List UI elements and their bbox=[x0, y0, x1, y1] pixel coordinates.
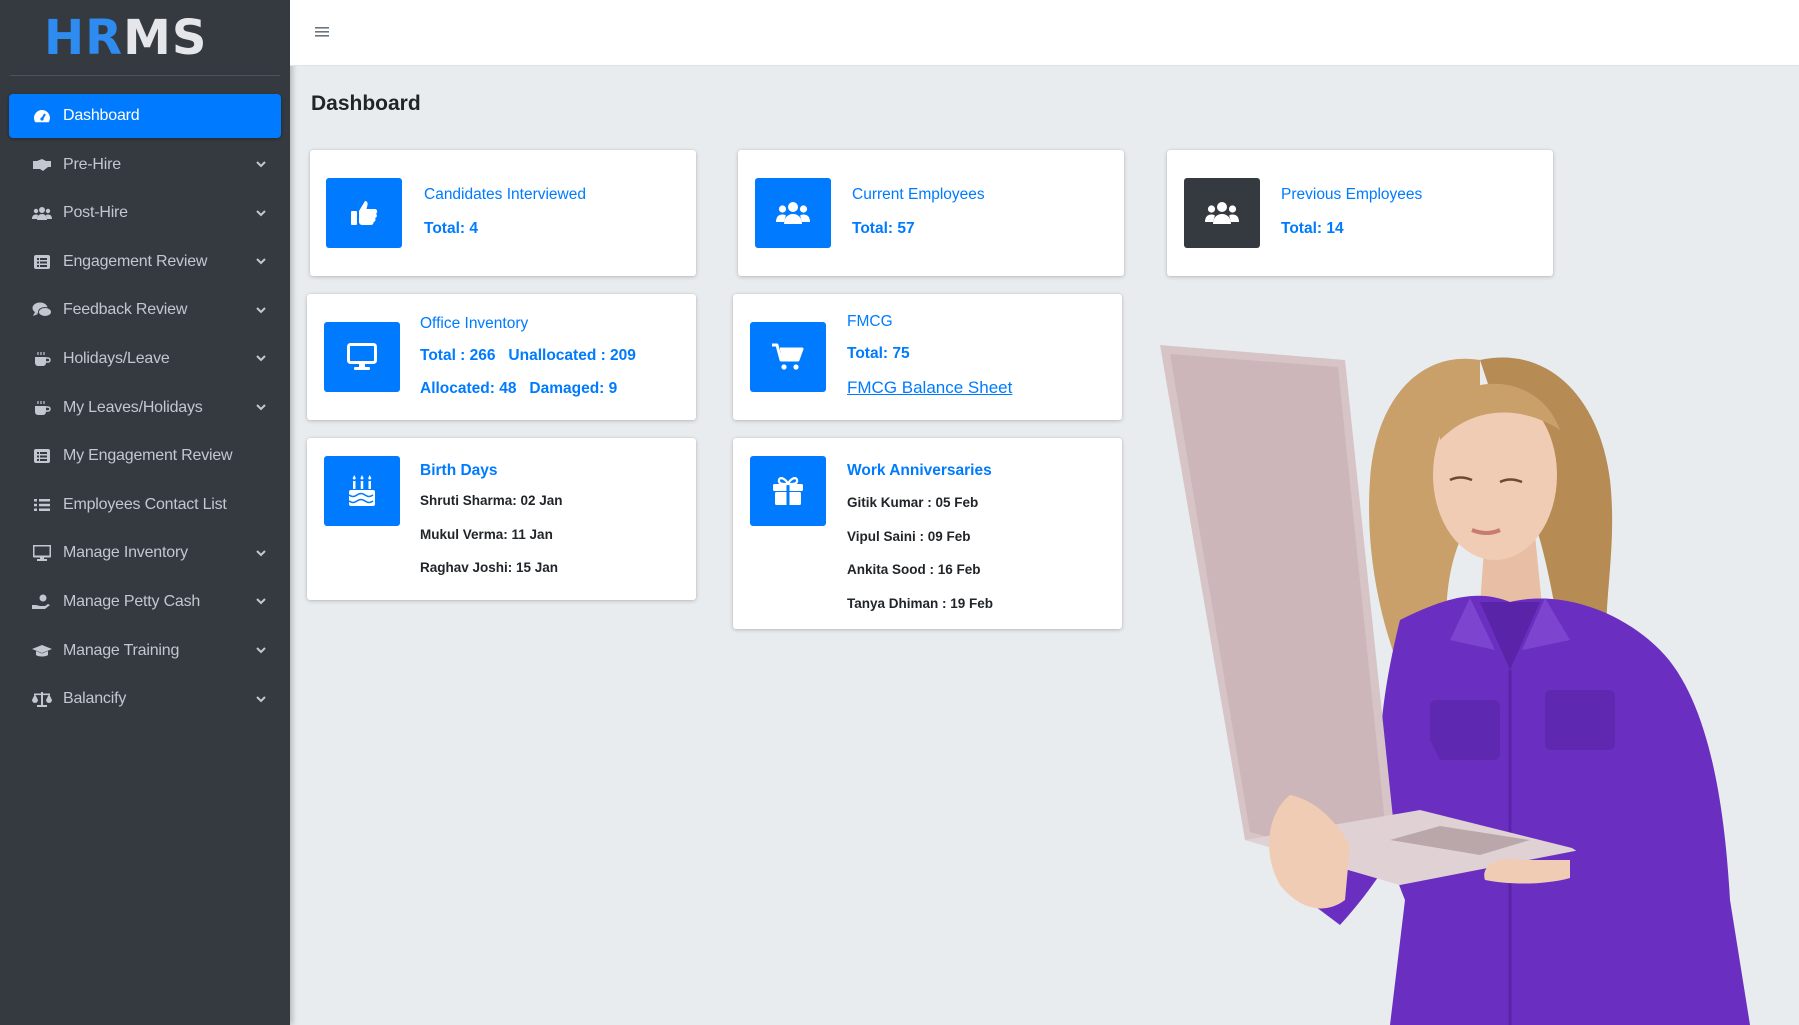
sidebar-item-label: Pre-Hire bbox=[63, 155, 121, 173]
chevron-down-icon bbox=[255, 304, 267, 316]
sidebar-item-pre-hire[interactable]: Pre-Hire bbox=[9, 143, 281, 187]
chevron-down-icon bbox=[255, 596, 267, 608]
sidebar-item-label: My Leaves/Holidays bbox=[63, 398, 203, 416]
hamburger-icon[interactable] bbox=[315, 22, 329, 43]
fmcg-card[interactable]: FMCG Total: 75 FMCG Balance Sheet bbox=[733, 294, 1122, 420]
balance-scale-icon bbox=[31, 690, 53, 708]
candidates-interviewed-card[interactable]: Candidates Interviewed Total: 4 bbox=[310, 150, 696, 276]
sidebar-item-balancify[interactable]: Balancify bbox=[9, 677, 281, 721]
birthday-cake-icon bbox=[324, 456, 400, 526]
birthday-entry: Raghav Joshi: 15 Jan bbox=[420, 560, 559, 575]
sidebar-item-label: Feedback Review bbox=[63, 301, 188, 319]
mug-icon bbox=[31, 350, 53, 368]
card-total: Total: 75 bbox=[847, 345, 910, 362]
card-title: Birth Days bbox=[420, 462, 498, 479]
previous-employees-card[interactable]: Previous Employees Total: 14 bbox=[1167, 150, 1553, 276]
anniversary-entry: Tanya Dhiman : 19 Feb bbox=[847, 596, 994, 611]
sidebar-item-post-hire[interactable]: Post-Hire bbox=[9, 191, 281, 235]
sidebar-item-label: Holidays/Leave bbox=[63, 349, 170, 367]
brand-logo-hr: HR bbox=[44, 9, 124, 66]
card-title: Office Inventory bbox=[420, 315, 529, 332]
sidebar-item-holidays-leave[interactable]: Holidays/Leave bbox=[9, 337, 281, 381]
sidebar-item-my-leaves-holidays[interactable]: My Leaves/Holidays bbox=[9, 386, 281, 430]
brand-logo-ms: MS bbox=[123, 9, 208, 66]
inventory-summary-line2: Allocated: 48 Damaged: 9 bbox=[420, 380, 618, 397]
anniversary-entry: Gitik Kumar : 05 Feb bbox=[847, 495, 979, 510]
sidebar-item-label: Employees Contact List bbox=[63, 495, 227, 513]
list-icon bbox=[31, 447, 53, 465]
sidebar-item-label: My Engagement Review bbox=[63, 447, 233, 465]
birthday-entry: Shruti Sharma: 02 Jan bbox=[420, 493, 563, 508]
sidebar-item-label: Dashboard bbox=[63, 107, 140, 124]
chevron-down-icon bbox=[255, 159, 267, 171]
desktop-icon bbox=[324, 322, 400, 392]
card-total: Total: 57 bbox=[852, 220, 915, 237]
chevron-down-icon bbox=[255, 207, 267, 219]
card-title: Work Anniversaries bbox=[847, 462, 992, 479]
sidebar-item-engagement-review[interactable]: Engagement Review bbox=[9, 240, 281, 284]
sidebar-item-label: Manage Inventory bbox=[63, 544, 188, 562]
card-title: Previous Employees bbox=[1281, 186, 1423, 203]
fmcg-balance-sheet-link[interactable]: FMCG Balance Sheet bbox=[847, 378, 1012, 398]
card-title: Candidates Interviewed bbox=[424, 186, 586, 203]
hand-coin-icon bbox=[31, 593, 53, 611]
chevron-down-icon bbox=[255, 256, 267, 268]
sidebar-item-my-engagement-review[interactable]: My Engagement Review bbox=[9, 434, 281, 478]
sidebar-item-manage-inventory[interactable]: Manage Inventory bbox=[9, 531, 281, 575]
sidebar-item-label: Manage Petty Cash bbox=[63, 592, 201, 610]
comments-icon bbox=[31, 301, 53, 319]
desktop-icon bbox=[31, 544, 53, 562]
birthdays-card: Birth Days Shruti Sharma: 02 Jan Mukul V… bbox=[307, 438, 696, 600]
list-icon bbox=[31, 253, 53, 271]
bullet-list-icon bbox=[31, 496, 53, 514]
users-icon bbox=[755, 178, 831, 248]
thumbs-up-icon bbox=[326, 178, 402, 248]
sidebar-item-manage-training[interactable]: Manage Training bbox=[9, 629, 281, 673]
brand-logo[interactable]: HR MS bbox=[10, 0, 280, 76]
sidebar-item-employees-contact-list[interactable]: Employees Contact List bbox=[9, 483, 281, 527]
current-employees-card[interactable]: Current Employees Total: 57 bbox=[738, 150, 1124, 276]
gauge-icon bbox=[31, 107, 53, 125]
sidebar-item-feedback-review[interactable]: Feedback Review bbox=[9, 288, 281, 332]
office-inventory-card[interactable]: Office Inventory Total : 266 Unallocated… bbox=[307, 294, 696, 420]
sidebar-item-label: Post-Hire bbox=[63, 204, 128, 222]
sidebar-item-label: Manage Training bbox=[63, 641, 180, 659]
chevron-down-icon bbox=[255, 693, 267, 705]
shopping-cart-icon bbox=[750, 322, 826, 392]
card-total: Total: 4 bbox=[424, 220, 478, 237]
sidebar-item-label: Balancify bbox=[63, 690, 127, 708]
card-title: FMCG bbox=[847, 313, 893, 330]
page-title: Dashboard bbox=[311, 92, 421, 115]
sidebar-nav: Dashboard Pre-Hire Post-Hire Engagement … bbox=[0, 76, 290, 744]
chevron-down-icon bbox=[255, 547, 267, 559]
mug-icon bbox=[31, 399, 53, 417]
chevron-down-icon bbox=[255, 402, 267, 414]
work-anniversaries-card: Work Anniversaries Gitik Kumar : 05 Feb … bbox=[733, 438, 1122, 629]
sidebar-item-label: Engagement Review bbox=[63, 252, 208, 270]
graduation-cap-icon bbox=[31, 642, 53, 660]
anniversary-entry: Ankita Sood : 16 Feb bbox=[847, 562, 981, 577]
chevron-down-icon bbox=[255, 353, 267, 365]
sidebar-item-dashboard[interactable]: Dashboard bbox=[9, 94, 281, 138]
birthday-entry: Mukul Verma: 11 Jan bbox=[420, 527, 553, 542]
sidebar-item-manage-petty-cash[interactable]: Manage Petty Cash bbox=[9, 580, 281, 624]
card-title: Current Employees bbox=[852, 186, 985, 203]
sidebar: HR MS Dashboard Pre-Hire Post-Hire Engage… bbox=[0, 0, 290, 1025]
card-total: Total: 14 bbox=[1281, 220, 1344, 237]
users-icon bbox=[1184, 178, 1260, 248]
anniversary-entry: Vipul Saini : 09 Feb bbox=[847, 529, 971, 544]
inventory-summary-line1: Total : 266 Unallocated : 209 bbox=[420, 347, 636, 364]
top-navbar bbox=[290, 0, 1799, 66]
users-icon bbox=[31, 204, 53, 222]
gift-icon bbox=[750, 456, 826, 526]
chevron-down-icon bbox=[255, 645, 267, 657]
handshake-icon bbox=[31, 156, 53, 174]
woman-with-laptop-illustration bbox=[1160, 345, 1750, 1025]
